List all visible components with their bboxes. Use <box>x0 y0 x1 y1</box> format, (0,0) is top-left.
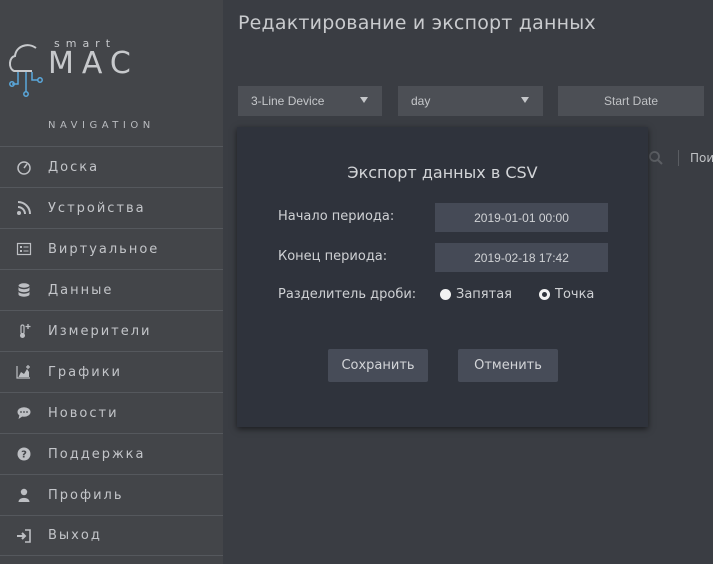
radio-dot[interactable]: Точка <box>539 287 594 302</box>
start-period-label: Начало периода: <box>278 209 395 224</box>
radio-dot-label: Точка <box>555 287 595 302</box>
sidebar-item-label: Данные <box>48 282 114 298</box>
modal-title: Экспорт данных в CSV <box>347 163 538 182</box>
save-button[interactable]: Сохранить <box>328 349 428 382</box>
sidebar-item-label: Новости <box>48 405 119 421</box>
chevron-down-icon <box>360 97 368 103</box>
device-select-value: 3-Line Device <box>251 94 325 108</box>
sidebar-item-data[interactable]: Данные <box>0 269 223 310</box>
radio-comma-indicator[interactable] <box>440 289 451 300</box>
sidebar-item-label: Устройства <box>48 200 146 216</box>
divider <box>678 150 679 166</box>
radio-comma[interactable]: Запятая <box>440 287 512 302</box>
sidebar-item-support[interactable]: ? Поддержка <box>0 433 223 474</box>
device-select[interactable]: 3-Line Device <box>238 86 382 116</box>
sidebar-item-label: Выход <box>48 528 102 543</box>
decimal-separator-label: Разделитель дроби: <box>278 287 417 302</box>
sidebar-item-label: Поддержка <box>48 446 146 462</box>
start-period-field[interactable]: 2019-01-01 00:00 <box>435 203 608 232</box>
sidebar: smart MAC NAVIGATION Доска Устройства Ви… <box>0 0 223 564</box>
rss-icon <box>0 200 48 216</box>
page-title: Редактирование и экспорт данных <box>238 12 596 34</box>
question-icon: ? <box>0 446 48 462</box>
sidebar-item-news[interactable]: Новости <box>0 392 223 433</box>
thermometer-icon <box>0 323 48 339</box>
search-icon[interactable] <box>648 150 664 170</box>
sidebar-item-devices[interactable]: Устройства <box>0 187 223 228</box>
sidebar-item-label: Измерители <box>48 323 152 339</box>
sidebar-item-virtual[interactable]: Виртуальное <box>0 228 223 269</box>
sidebar-item-label: Виртуальное <box>48 241 160 257</box>
database-icon <box>0 282 48 298</box>
start-date-button[interactable]: Start Date <box>558 86 704 116</box>
search-input[interactable]: Пои <box>690 151 713 165</box>
chevron-down-icon <box>521 97 529 103</box>
sidebar-item-dashboard[interactable]: Доска <box>0 146 223 187</box>
cancel-button[interactable]: Отменить <box>458 349 558 382</box>
radio-comma-label: Запятая <box>456 287 512 302</box>
comment-icon <box>0 405 48 421</box>
dashboard-icon <box>0 159 48 175</box>
sidebar-item-profile[interactable]: Профиль <box>0 474 223 515</box>
sidebar-item-logout[interactable]: Выход <box>0 515 223 556</box>
sidebar-item-charts[interactable]: Графики <box>0 351 223 392</box>
end-period-field[interactable]: 2019-02-18 17:42 <box>435 243 608 272</box>
logo[interactable]: smart MAC <box>8 34 148 104</box>
user-icon <box>0 487 48 503</box>
list-icon <box>0 241 48 257</box>
logo-mac-text: MAC <box>48 46 139 81</box>
navigation-heading: NAVIGATION <box>48 120 155 131</box>
svg-text:?: ? <box>21 450 27 461</box>
period-select[interactable]: day <box>398 86 543 116</box>
sidebar-item-label: Профиль <box>48 487 124 503</box>
cloud-circuit-icon <box>9 44 43 97</box>
sidebar-item-label: Доска <box>48 159 100 175</box>
sidebar-nav: Доска Устройства Виртуальное Данные Изме… <box>0 146 223 556</box>
sidebar-item-meters[interactable]: Измерители <box>0 310 223 351</box>
end-period-label: Конец периода: <box>278 249 388 264</box>
period-select-value: day <box>411 94 431 108</box>
radio-dot-indicator[interactable] <box>539 289 550 300</box>
sidebar-item-label: Графики <box>48 364 123 380</box>
sign-out-icon <box>0 528 48 544</box>
export-csv-modal: Экспорт данных в CSV Начало периода: 201… <box>237 127 648 427</box>
area-chart-icon <box>0 364 48 380</box>
